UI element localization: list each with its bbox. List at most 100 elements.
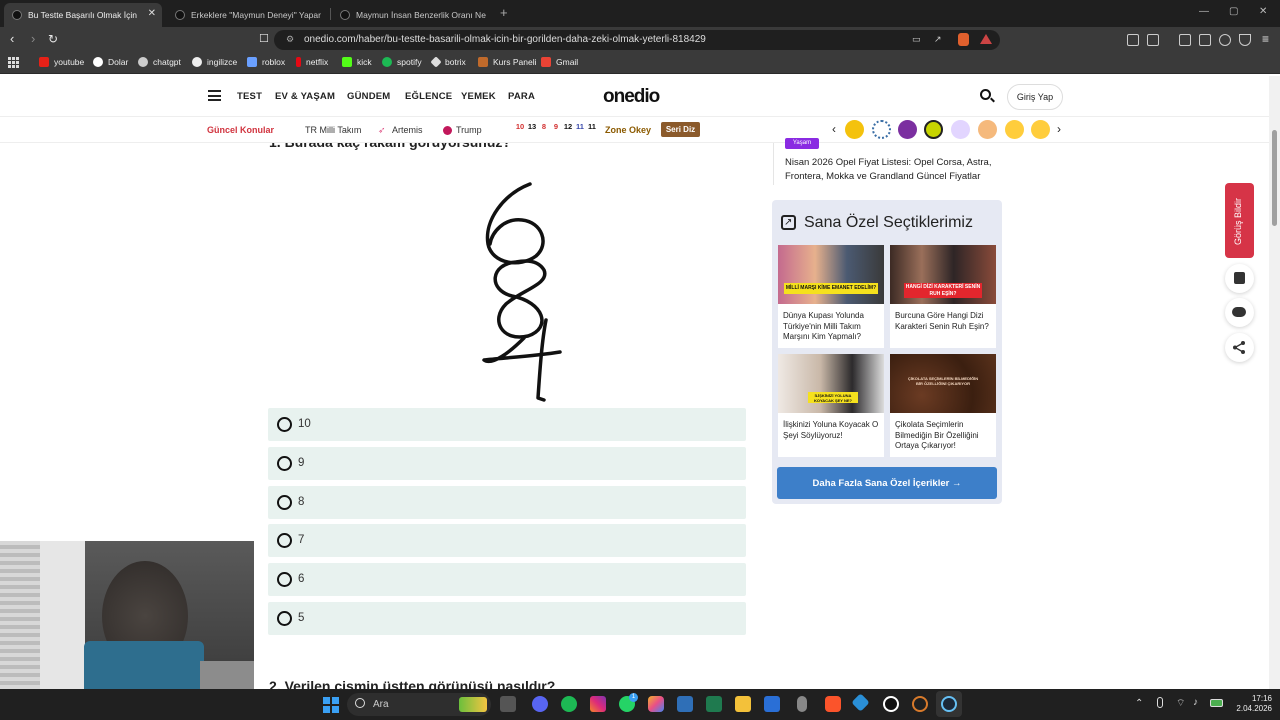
radio-button[interactable] xyxy=(277,417,292,432)
topic-artemis[interactable]: Artemis xyxy=(392,125,423,135)
radio-button[interactable] xyxy=(277,456,292,471)
forward-icon[interactable]: › xyxy=(31,32,35,46)
radio-button[interactable] xyxy=(277,572,292,587)
store-icon[interactable] xyxy=(706,696,722,712)
page-scrollbar[interactable] xyxy=(1269,76,1280,689)
share-button[interactable] xyxy=(1225,333,1254,362)
zone-okey-link[interactable]: Zone Okey xyxy=(605,125,651,135)
radio-button[interactable] xyxy=(277,611,292,626)
topic-trump[interactable]: Trump xyxy=(456,125,482,135)
onedio-logo[interactable]: onedio xyxy=(603,86,660,108)
more-recommendations-button[interactable]: Daha Fazla Sana Özel İçerikler → xyxy=(777,467,997,499)
bookmark-kick[interactable]: kick xyxy=(342,57,372,67)
podcast-icon[interactable] xyxy=(912,696,928,712)
search-icon[interactable] xyxy=(980,89,995,103)
spotify-icon[interactable] xyxy=(561,696,577,712)
apps-grid-icon[interactable] xyxy=(8,57,19,68)
site-info-icon[interactable]: ⚙ xyxy=(286,34,294,45)
answer-option-9[interactable]: 9 xyxy=(268,447,746,480)
nav-yemek[interactable]: YEMEK xyxy=(461,91,496,102)
seri-diz-badge[interactable]: Seri Diz xyxy=(661,122,700,137)
system-clock[interactable]: 17:16 2.04.2026 xyxy=(1232,694,1272,714)
back-icon[interactable]: ‹ xyxy=(10,32,14,46)
close-tab-icon[interactable]: ✕ xyxy=(148,8,156,19)
bookmark-ingilizce[interactable]: ingilizce xyxy=(192,57,237,67)
extensions-icon[interactable] xyxy=(1127,34,1139,46)
nav-para[interactable]: PARA xyxy=(508,91,535,102)
bookmark-chatgpt[interactable]: chatgpt xyxy=(138,57,181,67)
nav-ev-yasam[interactable]: EV & YAŞAM xyxy=(275,91,335,102)
starburst-icon[interactable] xyxy=(872,120,891,139)
taskbar-search[interactable]: Ara xyxy=(347,693,491,716)
heart-eyes-emoji-icon[interactable] xyxy=(1005,120,1024,139)
address-bar[interactable]: ⚙ onedio.com/haber/bu-testte-basarili-ol… xyxy=(274,30,1000,50)
wifi-icon[interactable]: ⌔ xyxy=(1176,697,1185,710)
mouse-icon[interactable] xyxy=(797,696,807,712)
new-tab-button[interactable]: + xyxy=(500,5,508,20)
answer-option-8[interactable]: 8 xyxy=(268,486,746,519)
scrollbar-thumb[interactable] xyxy=(1272,130,1277,226)
radio-button[interactable] xyxy=(277,533,292,548)
discord-icon[interactable] xyxy=(532,696,548,712)
reload-icon[interactable]: ↻ xyxy=(48,32,58,46)
tab-3[interactable]: Maymun İnsan Benzerlik Oranı Neye xyxy=(332,3,492,27)
radio-button[interactable] xyxy=(277,495,292,510)
chevron-up-icon[interactable]: ⌃ xyxy=(1135,698,1143,709)
menu-icon[interactable]: ≡ xyxy=(1262,32,1269,46)
answer-option-5[interactable]: 5 xyxy=(268,602,746,635)
sidebar-icon[interactable] xyxy=(1179,34,1191,46)
network-tool-icon[interactable] xyxy=(851,693,870,712)
comments-button[interactable] xyxy=(1225,298,1254,327)
reco-card[interactable]: İLİŞKİNİZİ YOLUNA KOYACAK ŞEY NE? İlişki… xyxy=(778,354,884,457)
yellow-badge-icon[interactable] xyxy=(924,120,943,139)
file-explorer-icon[interactable] xyxy=(735,696,751,712)
instagram-icon[interactable] xyxy=(590,696,606,712)
login-button[interactable]: Giriş Yap xyxy=(1007,84,1063,110)
maximize-icon[interactable]: ▢ xyxy=(1229,6,1238,17)
vpn-shield-icon[interactable] xyxy=(1239,34,1251,46)
minimize-icon[interactable]: — xyxy=(1199,6,1209,17)
bookmark-netflix[interactable]: netflix xyxy=(296,57,328,67)
fuzzy-badge-icon[interactable] xyxy=(898,120,917,139)
onedio-app-icon[interactable] xyxy=(883,696,899,712)
bookmark-spotify[interactable]: spotify xyxy=(382,57,422,67)
tab-active[interactable]: Bu Testte Başarılı Olmak İçin Bir ✕ xyxy=(4,3,162,27)
bookmark-kurs-paneli[interactable]: Kurs Paneli xyxy=(478,57,536,67)
topic-milli-takim[interactable]: TR Milli Takım xyxy=(305,125,361,135)
answer-option-6[interactable]: 6 xyxy=(268,563,746,596)
hamburger-menu-icon[interactable] xyxy=(208,90,221,101)
trophy-emoji-icon[interactable] xyxy=(845,120,864,139)
close-window-icon[interactable]: ✕ xyxy=(1259,6,1267,17)
bookmark-roblox[interactable]: roblox xyxy=(247,57,285,67)
orange-emoji-icon[interactable] xyxy=(978,120,997,139)
battery-icon[interactable] xyxy=(1210,699,1223,707)
nav-test[interactable]: TEST xyxy=(237,91,262,102)
volume-icon[interactable]: ♪ xyxy=(1193,697,1198,708)
nav-eglence[interactable]: EĞLENCE xyxy=(405,91,452,102)
tab-2[interactable]: Erkeklere "Maymun Deneyi" Yaparak xyxy=(167,3,327,27)
steam-icon[interactable] xyxy=(941,696,957,712)
downloads-icon[interactable] xyxy=(1219,34,1231,46)
photos-icon[interactable] xyxy=(677,696,693,712)
save-bookmark-button[interactable] xyxy=(1225,264,1254,293)
bookmark-dolar[interactable]: Dolar xyxy=(93,57,128,67)
tab-groups-icon[interactable] xyxy=(1147,34,1159,46)
microphone-icon[interactable] xyxy=(1157,697,1163,708)
brave-shield-icon[interactable] xyxy=(958,33,969,46)
cast-icon[interactable]: ▭ xyxy=(912,34,921,45)
calendar-icon[interactable] xyxy=(764,696,780,712)
task-view-icon[interactable] xyxy=(500,696,516,712)
bookmark-youtube[interactable]: youtube xyxy=(39,57,84,67)
answer-option-10[interactable]: 10 xyxy=(268,408,746,441)
chevron-right-icon[interactable]: › xyxy=(1057,122,1061,136)
trend-category-tag[interactable]: Yaşam xyxy=(785,138,819,149)
bookmark-botrix[interactable]: botrix xyxy=(430,56,466,68)
wallet-icon[interactable] xyxy=(1199,34,1211,46)
share-icon[interactable]: ↗ xyxy=(934,34,942,45)
glasses-emoji-icon[interactable] xyxy=(951,120,970,139)
copilot-icon[interactable] xyxy=(648,696,664,712)
reco-card[interactable]: ÇİKOLATA SEÇİMLERİN BİLMEDİĞİN BİR ÖZELL… xyxy=(890,354,996,457)
trend-article-link[interactable]: Nisan 2026 Opel Fiyat Listesi: Opel Cors… xyxy=(785,156,995,184)
reco-card[interactable]: MİLLİ MARŞI KİME EMANET EDELİM? Dünya Ku… xyxy=(778,245,884,348)
brave-rewards-icon[interactable] xyxy=(980,34,992,44)
